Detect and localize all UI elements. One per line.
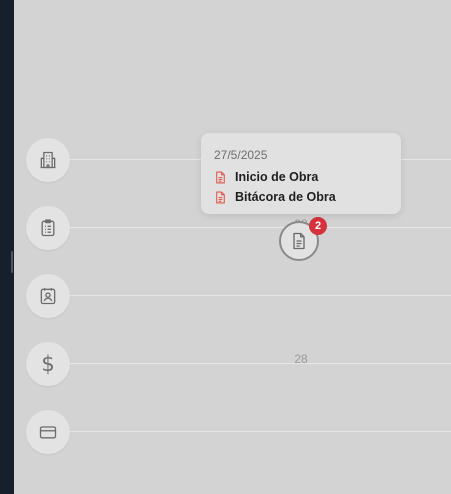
document-icon — [216, 191, 225, 203]
tooltip-item-label: Bitácora de Obra — [235, 190, 336, 204]
sidebar-resize-handle[interactable] — [11, 251, 13, 273]
tooltip-document-item[interactable]: Bitácora de Obra — [214, 187, 388, 207]
category-button-clipboard[interactable] — [26, 206, 70, 250]
dollar-icon: $ — [41, 351, 55, 376]
event-count-badge: 2 — [309, 217, 327, 235]
timeline-date-label: 28 — [294, 352, 308, 366]
category-button-finance[interactable]: $ — [26, 342, 70, 386]
lane-line — [70, 363, 451, 364]
lane-line — [70, 295, 451, 296]
lane-line — [70, 227, 451, 228]
category-button-buildings[interactable] — [26, 138, 70, 182]
contact-card-icon — [40, 288, 56, 305]
left-sidebar-edge — [0, 0, 14, 494]
tooltip-document-item[interactable]: Inicio de Obra — [214, 167, 388, 187]
credit-card-icon — [39, 426, 57, 439]
lane-line — [70, 431, 451, 432]
tooltip-date: 27/5/2025 — [214, 148, 268, 162]
category-button-payments[interactable] — [26, 410, 70, 454]
clipboard-icon — [41, 219, 55, 237]
tooltip-item-label: Inicio de Obra — [235, 170, 319, 184]
building-icon — [40, 151, 56, 169]
event-tooltip: 27/5/2025 Inicio de Obra Bitácora de Obr… — [201, 133, 401, 214]
category-button-contacts[interactable] — [26, 274, 70, 318]
document-icon — [293, 232, 305, 250]
document-icon — [216, 171, 225, 183]
